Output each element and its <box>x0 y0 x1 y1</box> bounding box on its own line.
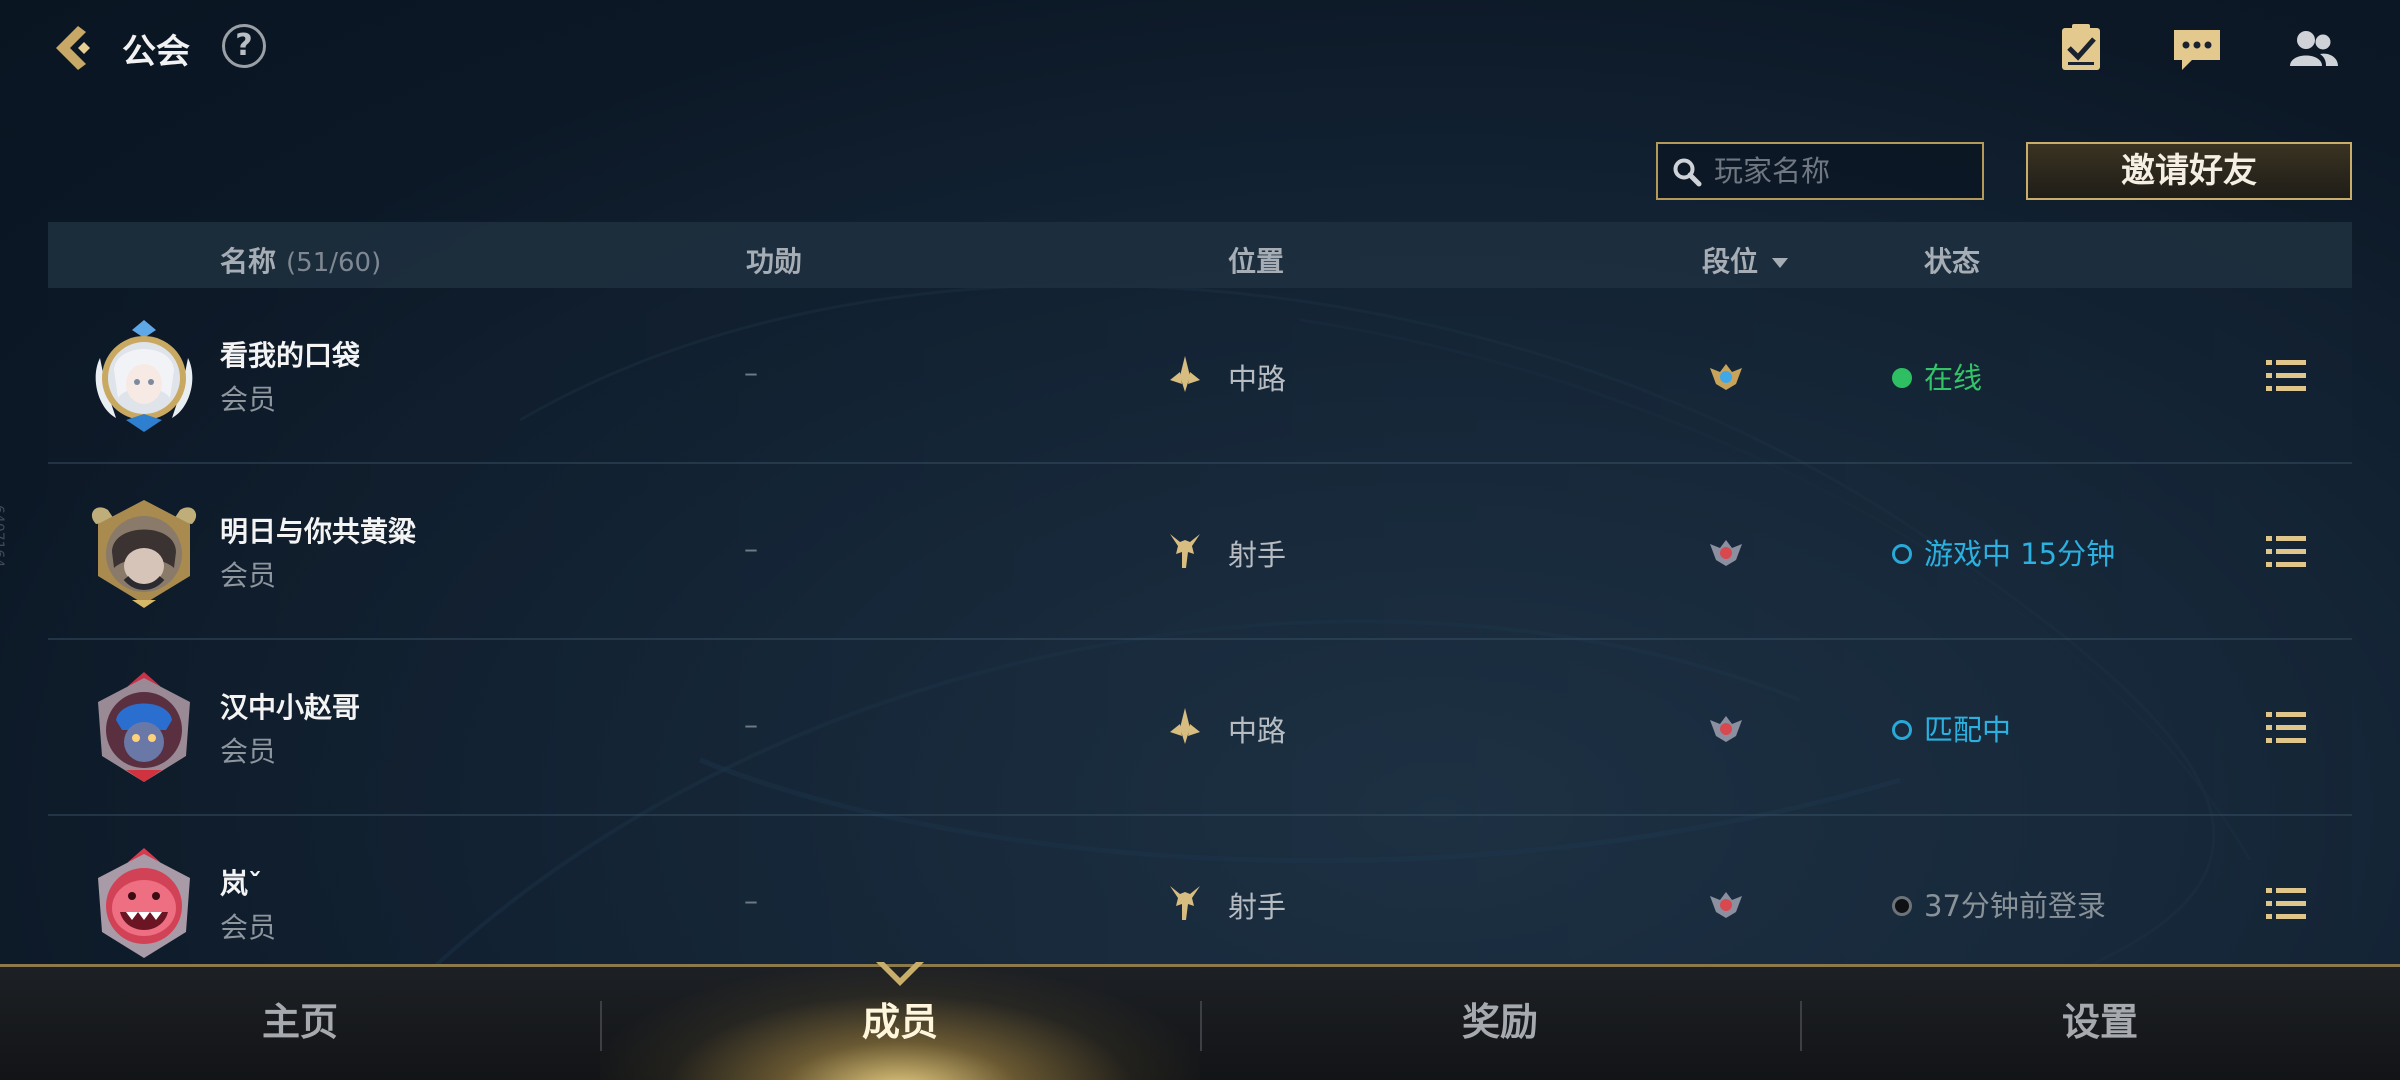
member-merit: – <box>744 884 758 917</box>
status-dot <box>1892 896 1912 916</box>
column-position-header: 位置 <box>1228 245 1285 278</box>
member-role: 会员 <box>220 559 277 592</box>
list-menu-icon[interactable] <box>2266 710 2306 746</box>
rank-badge-icon <box>1710 892 1742 918</box>
table-header: 名称 (51/60) 功勋 位置 段位 状态 <box>48 222 2352 288</box>
task-checklist-icon[interactable] <box>2054 22 2108 76</box>
member-position: 中路 <box>1228 714 1287 748</box>
member-merit: – <box>744 708 758 741</box>
member-role: 会员 <box>220 383 277 416</box>
status-dot <box>1892 368 1912 388</box>
invite-friends-button[interactable]: 邀请好友 <box>2026 142 2352 200</box>
member-merit: – <box>744 532 758 565</box>
member-position: 射手 <box>1228 538 1287 572</box>
avatar[interactable] <box>86 318 202 434</box>
member-status: 匹配中 <box>1924 713 2012 747</box>
member-name: 明日与你共黄粱 <box>220 515 417 548</box>
avatar[interactable] <box>86 846 202 962</box>
status-dot <box>1892 720 1912 740</box>
marksman-icon <box>1170 534 1200 568</box>
list-menu-icon[interactable] <box>2266 886 2306 922</box>
rank-badge-icon <box>1710 716 1742 742</box>
back-arrow-icon[interactable] <box>48 20 104 76</box>
column-rank-label: 段位 <box>1702 245 1759 278</box>
rank-badge-icon <box>1710 364 1742 390</box>
status-dot <box>1892 544 1912 564</box>
column-name-label: 名称 <box>220 245 277 278</box>
mid-lane-icon <box>1170 356 1200 392</box>
list-menu-icon[interactable] <box>2266 358 2306 394</box>
friends-icon[interactable] <box>2286 22 2340 76</box>
table-row[interactable]: 看我的口袋 会员 – 中路 在线 <box>48 288 2352 464</box>
tab-rewards[interactable]: 奖励 <box>1200 967 1800 1080</box>
member-table: 名称 (51/60) 功勋 位置 段位 状态 看我的口袋 会员 – 中路 在线 … <box>48 222 2352 992</box>
member-name: 岚ˇ <box>220 867 263 900</box>
table-row[interactable]: 汉中小赵哥 会员 – 中路 匹配中 <box>48 640 2352 816</box>
mid-lane-icon <box>1170 708 1200 744</box>
help-icon[interactable]: ? <box>222 24 266 68</box>
member-count: (51/60) <box>286 248 382 278</box>
search-input[interactable] <box>1714 144 1976 198</box>
member-position: 中路 <box>1228 362 1287 396</box>
column-rank-header[interactable]: 段位 <box>1702 240 1789 280</box>
top-bar: 公会 ? <box>0 0 2400 100</box>
marksman-icon <box>1170 886 1200 920</box>
search-box <box>1656 142 1984 200</box>
column-name-header: 名称 (51/60) <box>220 240 381 280</box>
table-row[interactable]: 明日与你共黄粱 会员 – 射手 游戏中 15分钟 <box>48 464 2352 640</box>
avatar[interactable] <box>86 670 202 786</box>
column-merit-header: 功勋 <box>746 245 803 278</box>
list-menu-icon[interactable] <box>2266 534 2306 570</box>
column-status-header: 状态 <box>1924 245 1981 278</box>
member-position: 射手 <box>1228 890 1287 924</box>
member-role: 会员 <box>220 735 277 768</box>
member-role: 会员 <box>220 911 277 944</box>
member-status: 在线 <box>1924 361 1983 395</box>
rank-badge-icon <box>1710 540 1742 566</box>
member-status: 游戏中 15分钟 <box>1924 537 2116 571</box>
search-icon <box>1673 158 1702 187</box>
sort-caret-icon <box>1772 258 1789 268</box>
avatar[interactable] <box>86 494 202 610</box>
member-name: 汉中小赵哥 <box>220 691 361 724</box>
tab-home[interactable]: 主页 <box>0 967 600 1080</box>
member-status: 37分钟前登录 <box>1924 889 2106 923</box>
tab-settings[interactable]: 设置 <box>1800 967 2400 1080</box>
member-name: 看我的口袋 <box>220 339 361 372</box>
bottom-nav: 主页 成员 奖励 设置 <box>0 964 2400 1080</box>
member-merit: – <box>744 356 758 389</box>
page-title: 公会 <box>122 32 190 72</box>
edge-id-text: 6407164 <box>0 505 6 568</box>
active-tab-indicator-icon <box>876 962 924 986</box>
chat-bubble-icon[interactable] <box>2170 22 2224 76</box>
